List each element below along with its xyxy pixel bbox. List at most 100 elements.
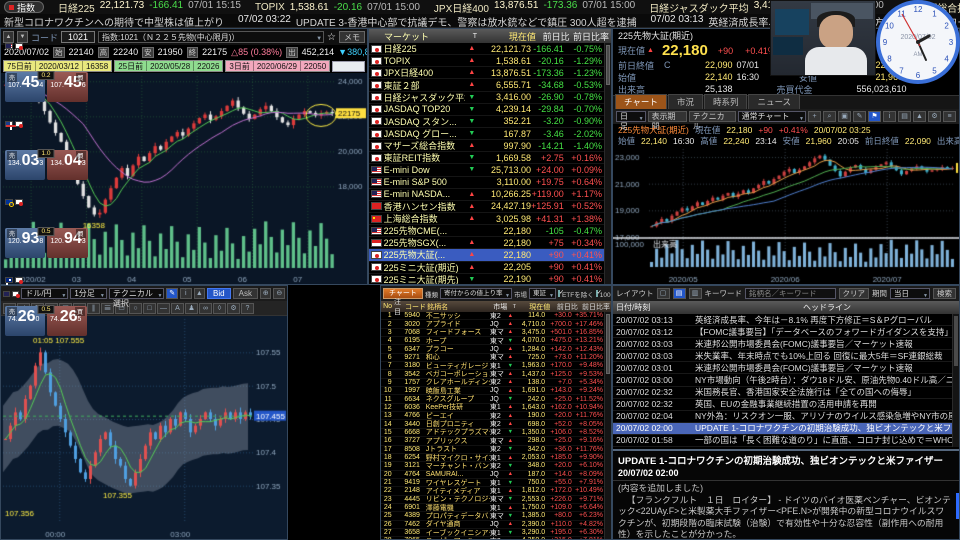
ranking-row[interactable]: 10 1997 暁飯島工業 JQ ▲ 1,691.0 +143.0 +9.24% bbox=[381, 387, 604, 396]
fx-technical-select[interactable]: テクニカル選択 bbox=[108, 288, 165, 308]
zoom-out-icon[interactable]: ⊖ bbox=[273, 288, 286, 299]
pin-icon[interactable]: ♟ bbox=[185, 302, 198, 314]
svg-text:2020/07/02: 2020/07/02 bbox=[900, 34, 935, 41]
circle-icon[interactable]: ○ bbox=[129, 302, 142, 314]
range-input[interactable] bbox=[332, 60, 365, 72]
tab-市況[interactable]: 市況 bbox=[667, 94, 703, 109]
help-icon[interactable]: ? bbox=[241, 302, 254, 314]
ranking-row[interactable]: 193121マーチャント・バンカーズ東2▼348.0+20.0+6.10% bbox=[381, 462, 604, 471]
ranking-row[interactable]: 4 6195 ホープ 東マ ▼ 4,070.0 +475.0 +13.21% bbox=[381, 337, 604, 346]
headline-row[interactable]: 20/07/02 02:32 英国、EUの金融事業継続措置の活用申請を再開 bbox=[613, 399, 952, 411]
info-icon[interactable]: i bbox=[883, 111, 896, 122]
headline-row[interactable]: 20/07/02 03:01 米連邦公開市場委員会(FOMC)議事要旨／マーケット… bbox=[613, 362, 952, 375]
watchlist-row[interactable]: E-mini S&P 500 3,110.00 +19.75 +0.64% bbox=[369, 176, 604, 189]
watchlist-row[interactable]: 東証REIT指数 ▼ 1,669.58 +2.75 +0.16% bbox=[369, 152, 604, 165]
bid-toggle[interactable]: Bid bbox=[207, 288, 231, 299]
watchlist-row[interactable]: 日経ジャスダック平均 ▼ 3,416.00 -26.90 -0.78% bbox=[369, 91, 604, 104]
settings-icon[interactable]: ⚙ bbox=[227, 302, 240, 314]
news-scrollbar[interactable] bbox=[952, 314, 959, 447]
keyword-input[interactable]: 銘柄名／キーワード bbox=[745, 288, 836, 299]
tab-チャート[interactable]: チャート bbox=[615, 94, 667, 109]
jp-flag-icon bbox=[370, 117, 382, 126]
print-icon[interactable]: ≡ bbox=[943, 111, 956, 122]
usdjpy-1min-chart[interactable] bbox=[1, 316, 287, 539]
headline-row[interactable]: 20/07/02 02:00 UPDATE 1-コロナワクチンの初期治験成功、独ビ… bbox=[613, 422, 952, 435]
ask-toggle[interactable]: Ask bbox=[232, 288, 258, 299]
info-icon[interactable]: i bbox=[179, 288, 192, 299]
layout-icon[interactable]: ▤ bbox=[898, 111, 911, 122]
col-price[interactable]: 現在値 bbox=[482, 30, 536, 43]
tab-ニュース[interactable]: ニュース bbox=[748, 94, 801, 109]
period-select[interactable]: 日足 bbox=[616, 111, 646, 131]
pencil-icon[interactable]: ✎ bbox=[166, 288, 178, 299]
article-scrollbar[interactable] bbox=[956, 493, 959, 519]
hline-icon[interactable]: — bbox=[157, 302, 170, 314]
memo-button[interactable]: メモ bbox=[339, 31, 365, 43]
link-icon[interactable]: ∞ bbox=[199, 302, 212, 314]
code-input[interactable]: 1021 bbox=[61, 31, 96, 43]
zoom-in-icon[interactable]: ⊕ bbox=[259, 288, 272, 299]
col-tick[interactable]: T bbox=[468, 33, 481, 40]
watchlist-scrollbar[interactable] bbox=[604, 43, 611, 284]
search-button[interactable]: 検索 bbox=[933, 288, 956, 299]
symbol-up-button[interactable]: ▲ bbox=[3, 31, 14, 43]
crosshair-icon[interactable]: + bbox=[808, 111, 821, 122]
spread-value: 1.0 bbox=[37, 149, 55, 158]
col-datetime[interactable]: 日付/時刻 bbox=[613, 302, 695, 313]
rect-icon[interactable]: □ bbox=[143, 302, 156, 314]
us-flag-icon bbox=[5, 42, 13, 49]
wrench-icon[interactable]: ⚙ bbox=[928, 111, 941, 122]
period-select[interactable]: 当日 bbox=[890, 288, 930, 301]
fx-pair-select[interactable]: ドル/円 bbox=[21, 288, 69, 301]
col-change[interactable]: 前日比 bbox=[536, 30, 570, 43]
headline-row[interactable]: 20/07/02 01:58 一部の国は「長く困難な道のり」に直面、コロナ封じ込め… bbox=[613, 435, 952, 448]
article-body[interactable]: (内容を追加しました) 【フランクフルト １日 ロイター】 - ドイツのバイオ医薬… bbox=[613, 481, 959, 539]
col-headline[interactable]: ヘッドライン bbox=[695, 302, 959, 313]
favorite-star-icon[interactable]: ☆ bbox=[327, 32, 336, 43]
display-period-button[interactable]: 表示期間 bbox=[647, 111, 687, 131]
layout2-icon[interactable]: ▤ bbox=[672, 288, 686, 299]
headline-row[interactable]: 20/07/02 02:04 NY外為：リスクオン一服、アリゾナのウイルス感染急増… bbox=[613, 411, 952, 423]
chart-style-icon[interactable]: ▲ bbox=[193, 288, 206, 299]
ticker-category-badge[interactable]: 指数 bbox=[4, 1, 45, 13]
camera-icon[interactable]: ▣ bbox=[838, 111, 851, 122]
watchlist-row[interactable]: 225ミニ大証(期先) ▼ 22,190 +90 +0.41% bbox=[369, 273, 604, 284]
ranking-row[interactable]: 254389プロパティデータバンク東マ▼1,385.0+80.0+6.23% bbox=[381, 512, 604, 521]
futures-daily-chart[interactable] bbox=[613, 146, 959, 284]
reference-range-box[interactable]: 25日前 2020/05/28 22026 bbox=[114, 60, 224, 72]
area-icon[interactable]: ▲ bbox=[913, 111, 926, 122]
watchlist-row[interactable]: E-mini Dow ▼ 25,713.00 +24.00 +0.09% bbox=[369, 164, 604, 177]
ranking-row[interactable]: 1 5940 不二サッシ 東2 ▲ 114.0 +30.0 +35.71% bbox=[381, 312, 604, 321]
exclude-under100-checkbox[interactable] bbox=[595, 289, 602, 297]
eraser-icon[interactable]: ◊ bbox=[213, 302, 226, 314]
technical-button[interactable]: テクニカル bbox=[688, 111, 736, 131]
headline-row[interactable]: 20/07/02 02:32 米国務長官、香港国家安全法施行は「全ての国への侮辱」 bbox=[613, 387, 952, 399]
headline-row[interactable]: 20/07/02 03:12 【FOMC議事要旨】「データベースのフォワードガイダ… bbox=[613, 326, 952, 339]
tab-時系列[interactable]: 時系列 bbox=[703, 94, 748, 109]
chart-type-select[interactable]: 通常チャート bbox=[737, 111, 806, 124]
col-market[interactable]: マーケット bbox=[384, 30, 468, 43]
pencil-icon[interactable]: ✎ bbox=[853, 111, 866, 122]
layout1-icon[interactable]: ▢ bbox=[656, 288, 670, 299]
market-select[interactable]: 東証 bbox=[528, 288, 556, 301]
reference-range-box[interactable]: 3日前 2020/06/29 22050 bbox=[225, 60, 331, 72]
layout3-icon[interactable]: ▥ bbox=[688, 288, 702, 299]
clear-button[interactable]: クリア bbox=[838, 288, 869, 299]
low-label: 安 bbox=[142, 46, 154, 58]
fx-period-select[interactable]: 1分足 bbox=[70, 288, 107, 301]
headline-row[interactable]: 20/07/02 03:13 英経済成長率、今年は－8.1% 再度下方修正＝S＆P… bbox=[613, 314, 952, 327]
watchlist-row[interactable]: 日経225 ▲ 22,121.73 -166.41 -0.75% bbox=[369, 43, 604, 56]
headline-row[interactable]: 20/07/02 03:03 米連邦公開市場委員会(FOMC)議事要旨／マーケット… bbox=[613, 338, 952, 351]
flag-icon[interactable]: ⚑ bbox=[868, 111, 881, 122]
headline-row[interactable]: 20/07/02 03:03 米失業率、年末時点でも10%上回る 回復に最大5年＝… bbox=[613, 350, 952, 363]
symbol-down-button[interactable]: ▼ bbox=[17, 31, 28, 43]
instrument-select[interactable]: 指数:1021（Ｎ２２５先物(中心限月)） bbox=[98, 31, 325, 45]
ranking-scrollbar[interactable] bbox=[604, 312, 611, 539]
ranking-type-select[interactable]: 寄付からの値上り率 bbox=[439, 288, 512, 301]
col-change-pct[interactable]: 前日比率 bbox=[570, 30, 611, 43]
headline-row[interactable]: 20/07/02 03:00 NY市場動向（午後2時台）：ダウ18ドル安、原油先物… bbox=[613, 374, 952, 387]
text-icon[interactable]: A bbox=[171, 302, 184, 314]
exclude-etf-checkbox[interactable] bbox=[557, 289, 564, 297]
ranking-row[interactable]: 91757クレアホールディングス東2▲138.0+7.0+5.34% bbox=[381, 379, 604, 388]
zoom-icon[interactable]: ⌕ bbox=[823, 111, 836, 122]
